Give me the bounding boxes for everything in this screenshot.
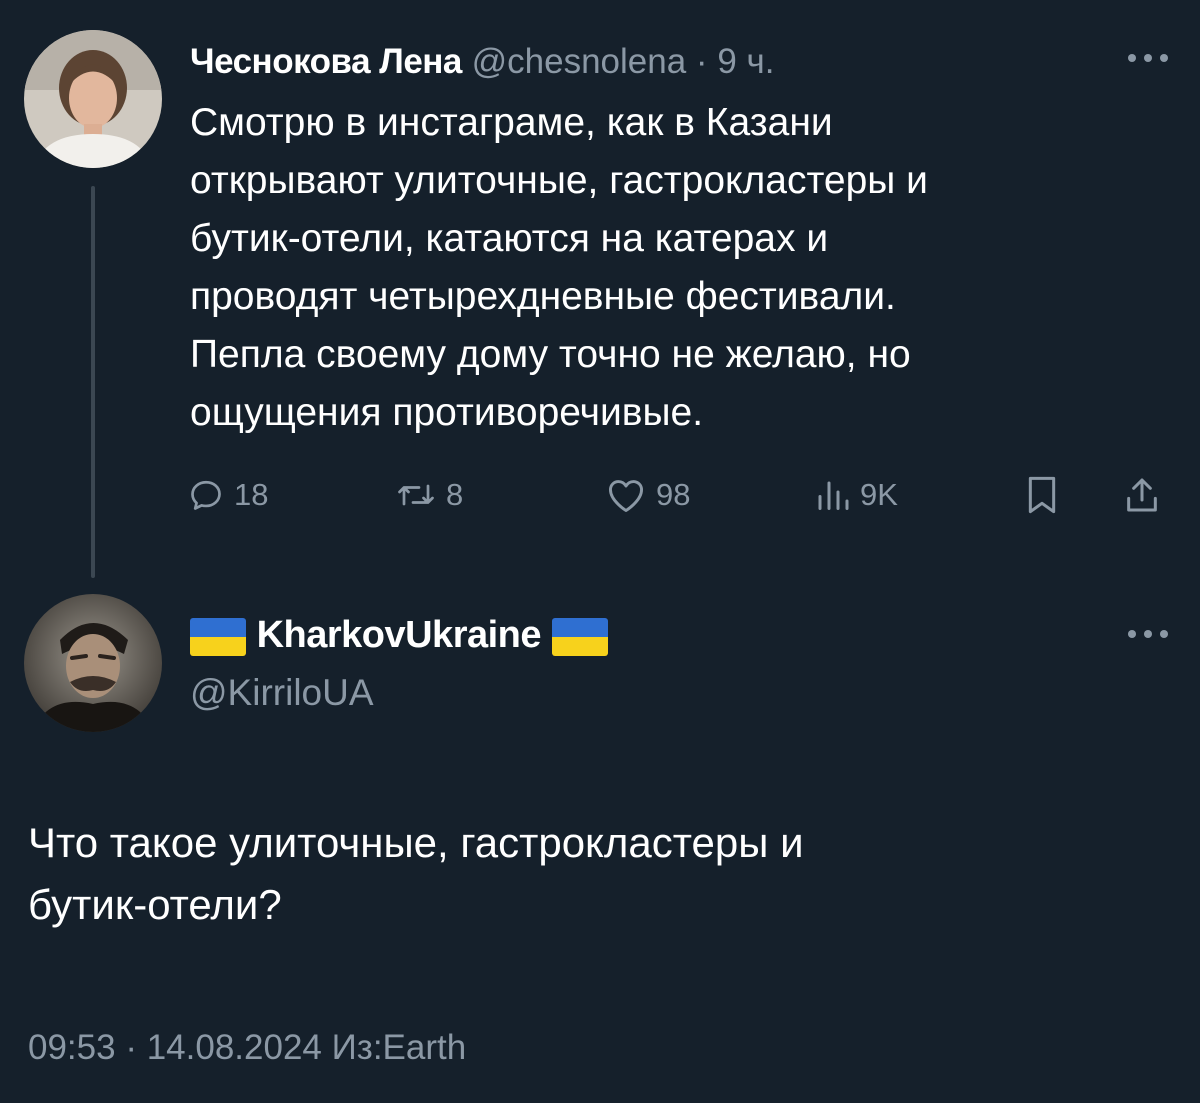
retweet-icon <box>398 484 434 506</box>
retweet-button[interactable]: 8 <box>396 470 463 520</box>
reply-meta: 09:53 · 14.08.2024 Из:Earth <box>28 1025 466 1071</box>
tweet-actions: 18 8 98 9K <box>0 470 1200 520</box>
reply-location: Из:Earth <box>331 1028 467 1067</box>
avatar-portrait <box>24 594 162 732</box>
meta-separator: · <box>115 1028 147 1067</box>
more-icon[interactable] <box>1128 624 1168 644</box>
views-button[interactable]: 9K <box>814 470 898 520</box>
like-button[interactable]: 98 <box>606 470 690 520</box>
tweet-text-line: проводят четырехдневные фестивали. <box>190 275 896 318</box>
reply-author-name[interactable]: KharkovUkraine <box>257 614 542 656</box>
reply-time[interactable]: 09:53 <box>28 1028 116 1067</box>
reply-author-handle[interactable]: @KirriloUA <box>190 670 374 716</box>
tweet-text-line: открывают улиточные, гастрокластеры и <box>190 159 928 202</box>
share-icon <box>1127 478 1157 512</box>
reply-text-line: Что такое улиточные, гастрокластеры и <box>28 819 804 866</box>
more-icon[interactable] <box>1128 48 1168 68</box>
tweet-text-line: Смотрю в инстаграме, как в Казани <box>190 101 833 144</box>
share-button[interactable] <box>1122 470 1172 520</box>
like-count: 98 <box>656 477 691 512</box>
reply-date[interactable]: 14.08.2024 <box>147 1028 322 1067</box>
ukraine-flag-icon <box>551 617 608 656</box>
header-separator: · <box>686 42 718 81</box>
avatar-photo <box>24 30 162 168</box>
bookmark-button[interactable] <box>1024 470 1070 520</box>
reply-count: 18 <box>234 477 269 512</box>
reply-text-line: бутик-отели? <box>28 881 282 928</box>
reply-header: KharkovUkraine <box>190 612 608 658</box>
reply-button[interactable]: 18 <box>188 470 268 520</box>
tweet-time[interactable]: 9 ч. <box>717 42 774 81</box>
views-count: 9K <box>860 477 898 512</box>
views-icon <box>818 481 849 510</box>
reply-icon <box>191 480 221 510</box>
reply-text: Что такое улиточные, гастрокластеры и бу… <box>28 812 804 936</box>
author-avatar[interactable] <box>24 30 162 168</box>
ukraine-flag-icon <box>190 617 246 656</box>
reply-author-avatar[interactable] <box>24 594 162 732</box>
tweet-header: Чеснокова Лена @chesnolena · 9 ч. <box>190 40 774 84</box>
author-name[interactable]: Чеснокова Лена <box>190 42 462 81</box>
tweet-text-line: бутик-отели, катаются на катерах и <box>190 217 829 260</box>
tweet-text: Смотрю в инстаграме, как в Казани открыв… <box>190 94 1150 442</box>
retweet-count: 8 <box>446 477 464 512</box>
bookmark-icon <box>1028 476 1056 514</box>
tweet-text-line: Пепла своему дому точно не желаю, но <box>190 333 911 376</box>
tweet-text-line: ощущения противоречивые. <box>190 391 704 434</box>
like-icon <box>608 480 644 513</box>
author-handle[interactable]: @chesnolena <box>472 42 687 81</box>
